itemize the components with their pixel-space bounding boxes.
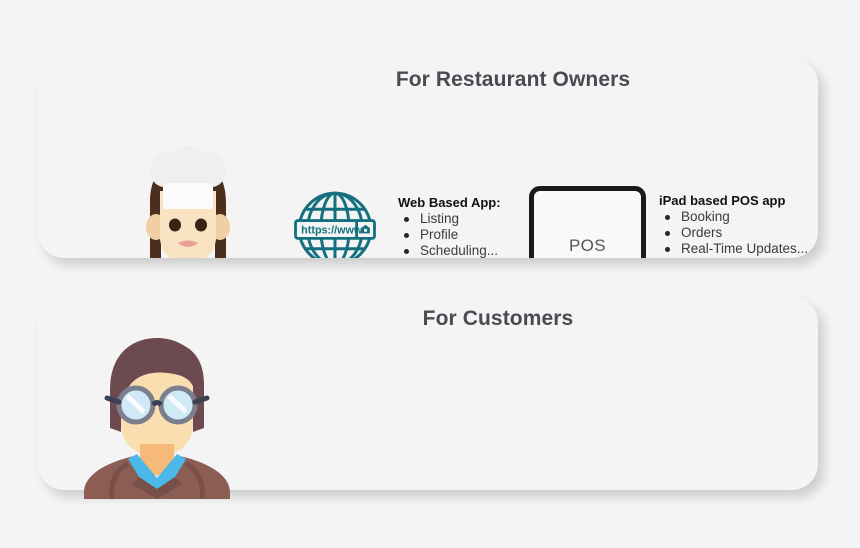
- pos-device-label: POS: [568, 236, 607, 255]
- ipad-pos-app-textblock: iPad based POS app Booking Orders Real-T…: [659, 193, 808, 257]
- web-based-app-heading: Web Based App:: [398, 195, 501, 210]
- web-based-app-list: Listing Profile Scheduling...: [398, 211, 501, 258]
- web-based-app-textblock: Web Based App: Listing Profile Schedulin…: [398, 195, 501, 258]
- card-title-customers: For Customers: [422, 307, 574, 330]
- list-item: Booking: [659, 209, 808, 225]
- list-item: Scheduling...: [398, 243, 501, 258]
- list-item: Orders: [659, 225, 808, 241]
- globe-https-www-icon: https://www: [294, 191, 376, 258]
- ipad-pos-app-list: Booking Orders Real-Time Updates...: [659, 209, 808, 257]
- chef-avatar-icon: [146, 146, 230, 258]
- list-item: Profile: [398, 227, 501, 243]
- list-item: Listing: [398, 211, 501, 227]
- card-title-restaurant-owners: For Restaurant Owners: [395, 68, 631, 91]
- list-item: Real-Time Updates...: [659, 241, 808, 257]
- card-restaurant-owners: For Restaurant Owners Web Based App: Lis…: [38, 58, 818, 258]
- ipad-pos-app-heading: iPad based POS app: [659, 193, 786, 208]
- globe-url-text: https://www: [301, 225, 363, 237]
- ipad-pos-device-icon: POS: [529, 186, 646, 258]
- customer-avatar-icon: [84, 338, 230, 499]
